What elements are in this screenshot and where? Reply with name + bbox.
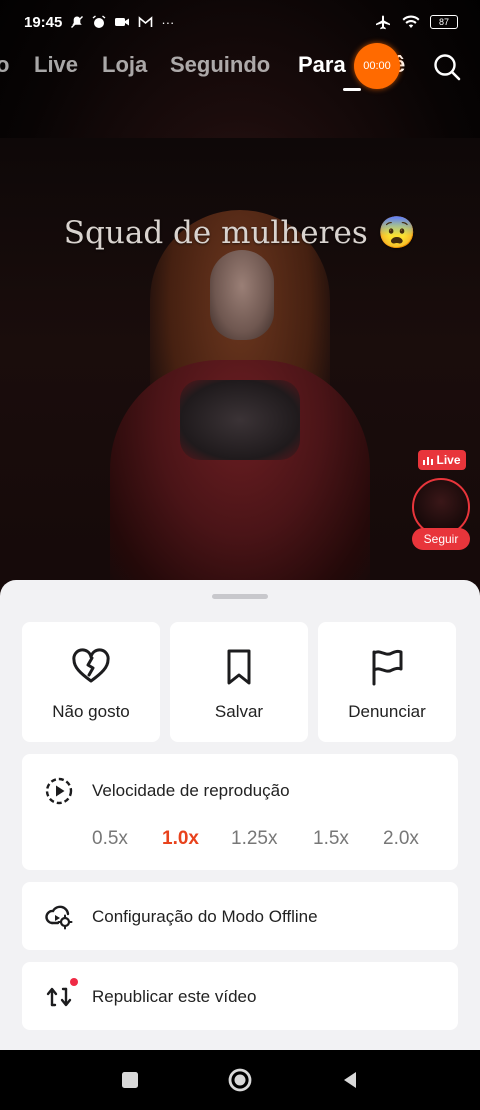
back-icon[interactable] xyxy=(336,1066,364,1094)
notification-dot xyxy=(70,978,78,986)
cloud-settings-icon xyxy=(45,905,73,930)
speed-option-0-5x[interactable]: 0.5x xyxy=(92,828,128,850)
system-nav-bar xyxy=(0,1050,480,1110)
airplane-icon xyxy=(376,15,390,30)
home-icon[interactable] xyxy=(226,1066,254,1094)
tab-seguindo[interactable]: Seguindo xyxy=(170,52,270,78)
more-icon: ··· xyxy=(161,14,175,30)
screen-recorder-timer[interactable]: 00:00 xyxy=(354,43,400,89)
sheet-drag-handle[interactable] xyxy=(212,594,268,599)
follow-button[interactable]: Seguir xyxy=(412,528,470,550)
offline-mode-settings-button[interactable]: Configuração do Modo Offline xyxy=(22,882,458,950)
status-time: 19:45 xyxy=(24,13,63,31)
status-bar: 19:45 ··· 87 xyxy=(0,0,480,44)
live-bars-icon xyxy=(423,456,434,465)
save-button[interactable]: Salvar xyxy=(170,622,308,742)
speed-option-1-25x[interactable]: 1.25x xyxy=(231,828,277,850)
flag-icon xyxy=(372,649,403,686)
battery-indicator: 87 xyxy=(430,15,458,29)
speed-option-1-0x[interactable]: 1.0x xyxy=(162,828,199,850)
dislike-label: Não gosto xyxy=(52,702,130,721)
repost-video-button[interactable]: Republicar este vídeo xyxy=(22,962,458,1030)
active-tab-indicator xyxy=(343,88,361,91)
recent-apps-icon[interactable] xyxy=(116,1066,144,1094)
live-badge: Live xyxy=(418,450,466,470)
top-tab-bar: o Live Loja Seguindo Para ê xyxy=(0,50,480,91)
video-caption: Squad de mulheres 😨 xyxy=(63,215,417,251)
playback-speed-title: Velocidade de reprodução xyxy=(92,781,290,800)
video-figure-face xyxy=(210,250,274,340)
mute-icon xyxy=(71,16,84,28)
repost-label: Republicar este vídeo xyxy=(92,987,257,1006)
speed-options: 0.5x 1.0x 1.25x 1.5x 2.0x xyxy=(92,828,432,852)
speed-option-1-5x[interactable]: 1.5x xyxy=(313,828,349,850)
mail-icon xyxy=(139,15,153,27)
report-label: Denunciar xyxy=(348,702,426,721)
tab-para-voce[interactable]: Para xyxy=(298,52,346,78)
playback-speed-card: Velocidade de reprodução 0.5x 1.0x 1.25x… xyxy=(22,754,458,870)
bookmark-icon xyxy=(227,649,251,685)
report-button[interactable]: Denunciar xyxy=(318,622,456,742)
search-icon[interactable] xyxy=(432,52,462,82)
tab-partial[interactable]: o xyxy=(0,52,9,78)
tab-live[interactable]: Live xyxy=(34,52,78,78)
options-bottom-sheet: Não gosto Salvar Denunciar Velocidade de… xyxy=(0,580,480,1050)
video-figure-chest xyxy=(180,380,300,460)
tab-loja[interactable]: Loja xyxy=(102,52,147,78)
alarm-icon xyxy=(92,15,106,28)
repost-icon xyxy=(46,987,72,1007)
offline-mode-label: Configuração do Modo Offline xyxy=(92,907,318,926)
playback-speed-icon xyxy=(45,777,73,805)
save-label: Salvar xyxy=(214,702,264,721)
speed-option-2-0x[interactable]: 2.0x xyxy=(383,828,419,850)
broken-heart-icon xyxy=(72,648,110,683)
wifi-icon xyxy=(402,15,420,28)
video-icon xyxy=(115,18,130,26)
dislike-button[interactable]: Não gosto xyxy=(22,622,160,742)
video-player[interactable] xyxy=(0,0,480,640)
